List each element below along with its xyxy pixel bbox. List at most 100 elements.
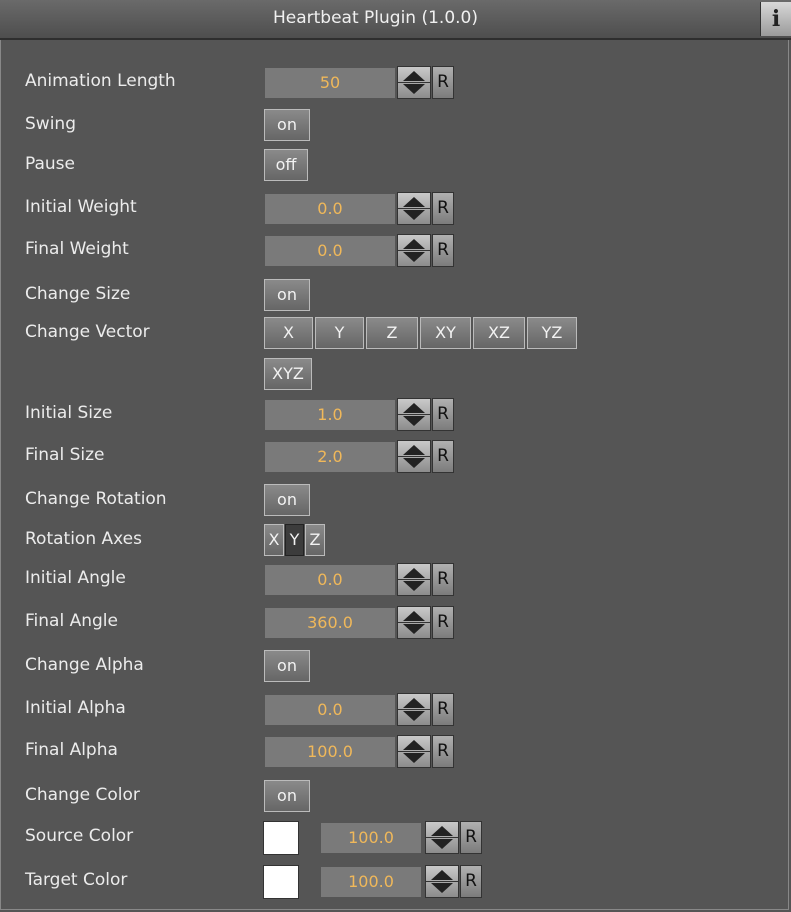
vector-x-button[interactable]: X: [264, 317, 313, 349]
source-color-swatch[interactable]: [263, 821, 299, 855]
vector-xz-button[interactable]: XZ: [473, 317, 525, 349]
initial-angle-reset-button[interactable]: R: [432, 563, 454, 596]
animation-length-label: Animation Length: [25, 71, 176, 91]
up-arrow-icon: [403, 611, 425, 621]
initial-weight-field[interactable]: 0.0: [265, 194, 395, 224]
row-final-angle: Final Angle 360.0 R: [1, 605, 781, 639]
up-arrow-icon: [403, 239, 425, 249]
row-rotation-axes: Rotation Axes X Y Z: [1, 523, 781, 557]
change-alpha-toggle[interactable]: on: [264, 650, 310, 682]
initial-angle-spinner[interactable]: [397, 563, 431, 596]
up-arrow-icon: [403, 197, 425, 207]
row-initial-weight: Initial Weight 0.0 R: [1, 191, 781, 225]
row-animation-length: Animation Length 50 R: [1, 65, 781, 99]
rotation-axis-x-button[interactable]: X: [264, 524, 284, 556]
final-alpha-reset-button[interactable]: R: [432, 735, 454, 768]
down-arrow-icon: [403, 210, 425, 220]
initial-alpha-reset-button[interactable]: R: [432, 693, 454, 726]
initial-size-field[interactable]: 1.0: [265, 400, 395, 430]
change-rotation-label: Change Rotation: [25, 489, 167, 509]
final-alpha-label: Final Alpha: [25, 740, 118, 760]
up-arrow-icon: [403, 740, 425, 750]
target-color-label: Target Color: [25, 870, 128, 890]
final-angle-spinner[interactable]: [397, 606, 431, 639]
final-angle-label: Final Angle: [25, 611, 118, 631]
source-alpha-spinner[interactable]: [425, 821, 459, 854]
change-size-label: Change Size: [25, 284, 131, 304]
down-arrow-icon: [403, 252, 425, 262]
initial-weight-spinner[interactable]: [397, 192, 431, 225]
initial-angle-label: Initial Angle: [25, 568, 126, 588]
down-arrow-icon: [403, 416, 425, 426]
source-color-reset-button[interactable]: R: [460, 821, 482, 854]
initial-angle-field[interactable]: 0.0: [265, 565, 395, 595]
change-color-toggle[interactable]: on: [264, 780, 310, 812]
vector-xy-button[interactable]: XY: [420, 317, 471, 349]
row-change-alpha: Change Alpha on: [1, 649, 781, 683]
down-arrow-icon: [403, 581, 425, 591]
rotation-axes-label: Rotation Axes: [25, 529, 142, 549]
final-alpha-spinner[interactable]: [397, 735, 431, 768]
animation-length-field[interactable]: 50: [265, 68, 395, 98]
final-alpha-field[interactable]: 100.0: [265, 737, 395, 767]
initial-size-reset-button[interactable]: R: [432, 398, 454, 431]
plugin-panel: Animation Length 50 R Swing on Pause off…: [0, 40, 789, 910]
vector-xyz-button[interactable]: XYZ: [264, 358, 312, 390]
row-initial-alpha: Initial Alpha 0.0 R: [1, 692, 781, 726]
change-rotation-toggle[interactable]: on: [264, 484, 310, 516]
pause-label: Pause: [25, 154, 75, 174]
vector-y-button[interactable]: Y: [315, 317, 364, 349]
row-pause: Pause off: [1, 148, 781, 182]
initial-weight-reset-button[interactable]: R: [432, 192, 454, 225]
row-final-size: Final Size 2.0 R: [1, 439, 781, 473]
final-weight-label: Final Weight: [25, 239, 129, 259]
target-alpha-spinner[interactable]: [425, 865, 459, 898]
animation-length-spinner[interactable]: [397, 66, 431, 99]
initial-size-spinner[interactable]: [397, 398, 431, 431]
swing-toggle[interactable]: on: [264, 109, 310, 141]
final-size-spinner[interactable]: [397, 440, 431, 473]
target-color-swatch[interactable]: [263, 865, 299, 899]
up-arrow-icon: [403, 568, 425, 578]
vector-yz-button[interactable]: YZ: [527, 317, 577, 349]
initial-alpha-spinner[interactable]: [397, 693, 431, 726]
up-arrow-icon: [431, 870, 453, 880]
final-weight-spinner[interactable]: [397, 234, 431, 267]
down-arrow-icon: [431, 883, 453, 893]
window-title: Heartbeat Plugin (1.0.0): [272, 8, 478, 28]
rotation-axis-y-button[interactable]: Y: [285, 524, 304, 556]
up-arrow-icon: [403, 445, 425, 455]
initial-alpha-field[interactable]: 0.0: [265, 695, 395, 725]
vector-z-button[interactable]: Z: [366, 317, 418, 349]
target-alpha-field[interactable]: 100.0: [321, 867, 421, 897]
change-size-toggle[interactable]: on: [264, 279, 310, 311]
info-icon[interactable]: i: [760, 2, 791, 36]
animation-length-reset-button[interactable]: R: [432, 66, 454, 99]
row-change-vector: Change Vector X Y Z XY XZ YZ: [1, 316, 781, 350]
initial-size-label: Initial Size: [25, 403, 113, 423]
source-color-label: Source Color: [25, 826, 134, 846]
change-alpha-label: Change Alpha: [25, 655, 144, 675]
swing-label: Swing: [25, 114, 76, 134]
down-arrow-icon: [431, 839, 453, 849]
source-alpha-field[interactable]: 100.0: [321, 823, 421, 853]
change-vector-label: Change Vector: [25, 322, 150, 342]
final-weight-field[interactable]: 0.0: [265, 236, 395, 266]
up-arrow-icon: [431, 826, 453, 836]
row-initial-size: Initial Size 1.0 R: [1, 397, 781, 431]
final-angle-field[interactable]: 360.0: [265, 608, 395, 638]
target-color-reset-button[interactable]: R: [460, 865, 482, 898]
rotation-axis-z-button[interactable]: Z: [305, 524, 325, 556]
final-weight-reset-button[interactable]: R: [432, 234, 454, 267]
row-source-color: Source Color 100.0 R: [1, 820, 781, 855]
final-size-label: Final Size: [25, 445, 105, 465]
pause-toggle[interactable]: off: [264, 149, 308, 181]
down-arrow-icon: [403, 458, 425, 468]
row-swing: Swing on: [1, 108, 781, 142]
down-arrow-icon: [403, 711, 425, 721]
down-arrow-icon: [403, 84, 425, 94]
final-angle-reset-button[interactable]: R: [432, 606, 454, 639]
final-size-reset-button[interactable]: R: [432, 440, 454, 473]
final-size-field[interactable]: 2.0: [265, 442, 395, 472]
down-arrow-icon: [403, 624, 425, 634]
